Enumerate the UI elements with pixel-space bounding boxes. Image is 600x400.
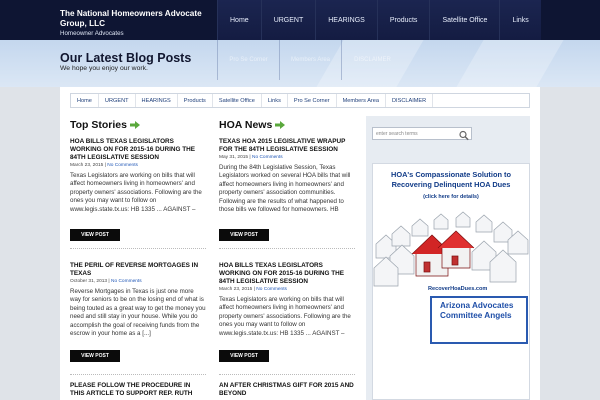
post: PLEASE FOLLOW THE PROCEDURE IN THIS ARTI… <box>70 382 206 398</box>
view-post-button[interactable]: VIEW POST <box>70 350 120 362</box>
view-post-button[interactable]: VIEW POST <box>219 350 269 362</box>
post-excerpt: During the 84th Legislative Session, Tex… <box>219 164 351 214</box>
secondary-nav-overflow: Pro Se Corner Members Area DISCLAIMER <box>217 40 403 80</box>
view-post-button[interactable]: VIEW POST <box>70 229 120 241</box>
nav-products[interactable]: Products <box>376 0 430 40</box>
site-title[interactable]: The National Homeowners Advocate Group, … <box>60 9 220 29</box>
subnav-hearings[interactable]: HEARINGS <box>136 94 178 107</box>
post: AN AFTER CHRISTMAS GIFT FOR 2015 AND BEY… <box>219 382 355 398</box>
post: HOA BILLS TEXAS LEGISLATORS WORKING ON F… <box>70 138 206 241</box>
nav-disclaimer[interactable]: DISCLAIMER <box>341 40 403 80</box>
ad-details-link[interactable]: (click here for details) <box>372 194 530 200</box>
view-post-button[interactable]: VIEW POST <box>219 229 269 241</box>
subnav-urgent[interactable]: URGENT <box>99 94 136 107</box>
search-input[interactable]: enter search terms <box>372 127 472 140</box>
site-tagline: Homeowner Advocates <box>60 30 124 37</box>
post-divider <box>219 248 355 249</box>
post-meta: March 23, 2015 | No Comments <box>70 163 206 168</box>
post: HOA BILLS TEXAS LEGISLATORS WORKING ON F… <box>219 262 355 362</box>
post-date: May 31, 2015 | <box>219 155 251 160</box>
post-title[interactable]: TEXAS HOA 2015 LEGISLATIVE WRAPUP FOR TH… <box>219 138 355 154</box>
post-comments-link[interactable]: No Comments <box>107 163 138 168</box>
houses-illustration <box>372 204 530 294</box>
subnav-pro-se-corner[interactable]: Pro Se Corner <box>288 94 337 107</box>
post-excerpt: Texas Legislators are working on bills t… <box>219 296 351 337</box>
hoa-news-heading: HOA News <box>219 118 355 132</box>
angels-banner[interactable]: Arizona Advocates Committee Angels <box>430 296 528 344</box>
subnav-disclaimer[interactable]: DISCLAIMER <box>386 94 434 107</box>
top-stories-heading: Top Stories <box>70 118 206 132</box>
hoa-news-column: HOA News TEXAS HOA 2015 LEGISLATIVE WRAP… <box>219 118 355 397</box>
post-meta: March 23, 2015 | No Comments <box>219 287 355 292</box>
main-nav: Home URGENT HEARINGS Products Satellite … <box>217 0 541 40</box>
post-excerpt: Texas Legislators are working on bills t… <box>70 172 202 213</box>
nav-home[interactable]: Home <box>217 0 261 40</box>
top-stories-title: Top Stories <box>70 119 127 131</box>
nav-links[interactable]: Links <box>499 0 541 40</box>
green-arrow-icon <box>275 121 286 129</box>
subnav-members-area[interactable]: Members Area <box>337 94 387 107</box>
nav-members-area[interactable]: Members Area <box>279 40 341 80</box>
hoa-news-title: HOA News <box>219 119 273 131</box>
post-divider <box>70 374 206 375</box>
post-title[interactable]: HOA BILLS TEXAS LEGISLATORS WORKING ON F… <box>219 262 355 286</box>
green-arrow-icon <box>129 121 140 129</box>
post-comments-link[interactable]: No Comments <box>111 279 142 284</box>
subnav-links[interactable]: Links <box>262 94 288 107</box>
nav-urgent[interactable]: URGENT <box>260 0 316 40</box>
search-icon[interactable] <box>458 128 470 141</box>
post-title[interactable]: PLEASE FOLLOW THE PROCEDURE IN THIS ARTI… <box>70 382 206 398</box>
angels-text: Arizona Advocates Committee Angels <box>440 301 514 320</box>
post-title[interactable]: AN AFTER CHRISTMAS GIFT FOR 2015 AND BEY… <box>219 382 355 398</box>
post: TEXAS HOA 2015 LEGISLATIVE WRAPUP FOR TH… <box>219 138 355 241</box>
nav-hearings[interactable]: HEARINGS <box>315 0 377 40</box>
post-date: October 31, 2013 | <box>70 279 110 284</box>
subnav-home[interactable]: Home <box>71 94 99 107</box>
sub-nav: Home URGENT HEARINGS Products Satellite … <box>70 93 530 108</box>
post-divider <box>219 374 355 375</box>
post-comments-link[interactable]: No Comments <box>256 287 287 292</box>
post-excerpt: Reverse Mortgages in Texas is just one m… <box>70 288 206 338</box>
post-comments-link[interactable]: No Comments <box>252 155 283 160</box>
ad-heading[interactable]: HOA's Compassionate Solution to Recoveri… <box>372 170 530 190</box>
post-date: March 23, 2015 | <box>219 287 255 292</box>
top-stories-column: Top Stories HOA BILLS TEXAS LEGISLATORS … <box>70 118 206 397</box>
post-meta: October 31, 2013 | No Comments <box>70 279 206 284</box>
page-title: Our Latest Blog Posts <box>60 51 192 65</box>
nav-satellite-office[interactable]: Satellite Office <box>429 0 500 40</box>
post-divider <box>70 248 206 249</box>
post-date: March 23, 2015 | <box>70 163 106 168</box>
post-meta: May 31, 2015 | No Comments <box>219 155 355 160</box>
ad-url[interactable]: RecoverHoaDues.com <box>428 286 487 292</box>
post-title[interactable]: THE PERIL OF REVERSE MORTGAGES IN TEXAS <box>70 262 206 278</box>
page-subtitle: We hope you enjoy our work. <box>60 65 148 72</box>
post-title[interactable]: HOA BILLS TEXAS LEGISLATORS WORKING ON F… <box>70 138 206 162</box>
subnav-satellite-office[interactable]: Satellite Office <box>213 94 262 107</box>
subnav-products[interactable]: Products <box>178 94 213 107</box>
nav-pro-se-corner[interactable]: Pro Se Corner <box>217 40 279 80</box>
post: THE PERIL OF REVERSE MORTGAGES IN TEXAS … <box>70 262 206 362</box>
